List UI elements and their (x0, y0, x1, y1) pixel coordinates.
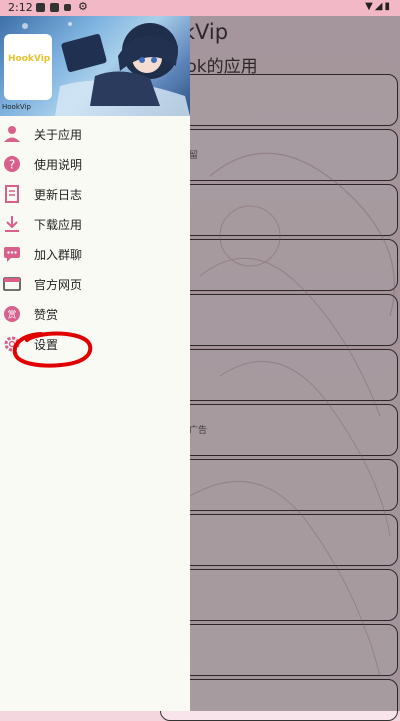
download-icon (5, 216, 19, 232)
system-icons: ▼◢▮ (365, 1, 392, 12)
menu-label: 使用说明 (34, 158, 83, 172)
app-logo (4, 34, 52, 100)
status-bar: 2:12 ⚙ ▼◢▮ (0, 0, 400, 16)
menu-item-changelog[interactable]: 更新日志 (0, 180, 190, 210)
menu-label: 更新日志 (34, 188, 83, 202)
highlight-annotation (12, 331, 93, 368)
menu-item-reward[interactable]: 赏 赞赏 (0, 300, 190, 330)
menu-item-download[interactable]: 下载应用 (0, 210, 190, 240)
notification-icon (50, 3, 59, 12)
user-icon (4, 126, 20, 142)
menu-item-help[interactable]: ? 使用说明 (0, 150, 190, 180)
menu-label: 加入群聊 (34, 248, 83, 262)
menu-item-join-group[interactable]: 加入群聊 (0, 240, 190, 270)
menu-label: 官方网页 (34, 278, 83, 292)
notification-icon (36, 3, 45, 12)
help-icon: ? (4, 156, 20, 172)
drawer-menu: 关于应用 ? 使用说明 更新日志 下载应用 加入群聊 官方网页 赏 赞赏 设置 (0, 120, 190, 360)
menu-item-about[interactable]: 关于应用 (0, 120, 190, 150)
log-icon (5, 185, 19, 203)
browser-icon (3, 277, 21, 291)
svg-text:赏: 赏 (7, 309, 16, 321)
chat-icon (4, 247, 20, 262)
drawer-header: HookVip HookVip (0, 16, 190, 116)
menu-label: 下载应用 (34, 218, 83, 232)
status-time: 2:12 (8, 1, 33, 14)
svg-text:?: ? (9, 158, 15, 172)
menu-item-website[interactable]: 官方网页 (0, 270, 190, 300)
menu-label: 赞赏 (34, 308, 59, 322)
header-caption: HookVip (2, 103, 31, 111)
notification-icon: ⚙ (78, 0, 88, 13)
logo-text: HookVip (8, 54, 51, 64)
reward-icon: 赏 (4, 306, 20, 322)
menu-label: 关于应用 (34, 128, 83, 142)
notification-icon (64, 4, 71, 11)
